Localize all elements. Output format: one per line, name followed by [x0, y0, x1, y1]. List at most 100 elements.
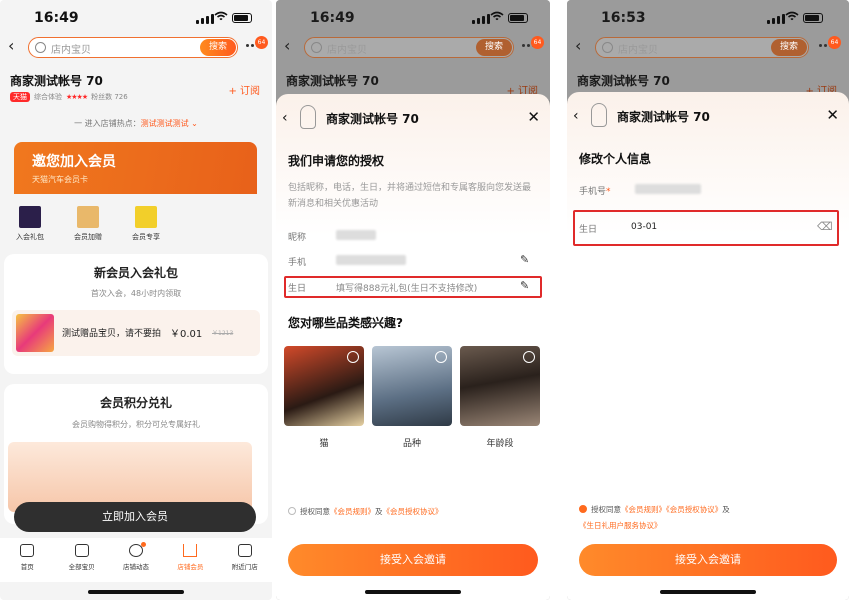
home-indicator	[88, 590, 184, 594]
edit-pencil-icon[interactable]: ✎	[520, 280, 532, 292]
accept-invite-button[interactable]: 接受入会邀请	[288, 544, 538, 576]
tab-label: 店铺会员	[177, 563, 204, 571]
member-invite-subtitle: 天猫汽车会员卡	[32, 175, 88, 184]
store-hot-link[interactable]: 一 进入店铺热点：测试测试测试 ⌄	[0, 118, 272, 129]
back-arrow-icon[interactable]: ‹	[8, 38, 22, 54]
agreement-checkbox[interactable]	[288, 507, 296, 515]
agree-and: 及	[722, 505, 730, 514]
crown-icon	[183, 544, 198, 557]
birthday-value[interactable]: 03-01	[631, 222, 657, 232]
agreement-row[interactable]: 授权同意《会员规则》《会员授权协议》及 《生日礼用户服务协议》	[579, 502, 829, 534]
member-rules-link[interactable]: 《会员规则》	[330, 507, 375, 516]
gift-title: 新会员入会礼包	[93, 266, 178, 280]
perk-item[interactable]: 入会礼包	[10, 206, 50, 242]
birthday-hint: 填写得888元礼包(生日不支持修改)	[336, 284, 478, 294]
tab-nearby-store[interactable]: 附近门店	[220, 544, 270, 582]
member-protocol-link[interactable]: 《会员授权协议》	[383, 507, 443, 516]
more-icon[interactable]: 64	[246, 36, 268, 50]
search-icon	[35, 42, 46, 53]
status-bar: 16:53	[567, 0, 849, 36]
sheet-title: 商家测试帐号 70	[617, 110, 710, 124]
shop-name: 商家测试帐号 70	[10, 74, 103, 88]
birthday-row[interactable]: 生日 填写得888元礼包(生日不支持修改) ✎	[288, 280, 538, 295]
member-protocol-link[interactable]: 《会员授权协议》	[666, 505, 722, 514]
category-item-cat[interactable]: 猫	[284, 346, 364, 449]
points-title: 会员积分兑礼	[99, 396, 172, 410]
back-arrow-icon[interactable]: ‹	[575, 38, 589, 54]
agree-and: 及	[375, 507, 383, 516]
perk-image	[77, 206, 99, 228]
agreement-checkbox[interactable]	[579, 505, 587, 513]
more-icon[interactable]: 64	[819, 36, 841, 50]
close-icon[interactable]: ✕	[826, 106, 839, 124]
perk-image	[135, 206, 157, 228]
join-member-button[interactable]: 立即加入会员	[14, 502, 256, 532]
search-button[interactable]: 搜索	[771, 39, 807, 56]
shop-meta: 天猫 综合体验 ★★★★ 粉丝数 726	[10, 92, 128, 102]
home-icon	[20, 544, 35, 557]
status-time: 16:49	[34, 10, 79, 26]
nickname-row: 昵称	[288, 230, 376, 243]
category-item-breed[interactable]: 品种	[372, 346, 452, 449]
category-radio[interactable]	[435, 351, 447, 363]
shop-name: 商家测试帐号 70	[577, 74, 670, 88]
status-time: 16:53	[601, 10, 646, 26]
shop-logo	[591, 103, 607, 127]
gift-item-name: 测试赠品宝贝，请不要拍	[62, 329, 162, 339]
clear-icon[interactable]: ⌫	[817, 221, 833, 233]
search-button[interactable]: 搜索	[476, 39, 512, 56]
perk-item[interactable]: 会员加赠	[68, 206, 108, 242]
signal-icon	[196, 14, 214, 24]
subscribe-button[interactable]: + 订阅	[228, 82, 260, 97]
interest-heading: 您对哪些品类感兴趣?	[288, 316, 403, 330]
accept-invite-button[interactable]: 接受入会邀请	[579, 544, 837, 576]
phone-row: 手机 ✎	[288, 254, 538, 269]
agreement-row[interactable]: 授权同意《会员规则》及《会员授权协议》	[288, 504, 443, 520]
required-mark: *	[606, 187, 611, 197]
search-button[interactable]: 搜索	[200, 39, 236, 56]
tab-store-feed[interactable]: 店铺动态	[111, 542, 161, 582]
rating-label: 综合体验	[34, 93, 62, 101]
phone-row: 手机号*	[579, 184, 701, 197]
phone-label: 手机号	[579, 187, 607, 197]
message-badge: 64	[255, 36, 268, 49]
birthday-row[interactable]: 生日 03-01 ⌫	[579, 221, 835, 236]
store-member-page-panel: 16:49 ‹ 店内宝贝 搜索 64 商家测试帐号 70 天猫 综合体验 ★★★…	[0, 0, 272, 600]
battery-icon	[803, 13, 823, 23]
category-image	[284, 346, 364, 426]
tab-store-member[interactable]: 店铺会员	[165, 544, 215, 582]
category-radio[interactable]	[347, 351, 359, 363]
perk-image	[19, 206, 41, 228]
edit-profile-sheet: ‹ 商家测试帐号 70 ✕ 修改个人信息 手机号* 生日 03-01 ⌫ 授权同…	[567, 92, 849, 600]
gift-item[interactable]: 测试赠品宝贝，请不要拍 ￥0.01 ￥1213	[12, 310, 260, 356]
close-icon[interactable]: ✕	[527, 108, 540, 126]
tab-all-items[interactable]: 全部宝贝	[57, 544, 107, 582]
edit-pencil-icon[interactable]: ✎	[520, 254, 532, 266]
search-row: ‹ 店内宝贝 搜索 64	[0, 36, 272, 58]
bag-icon	[74, 544, 89, 557]
tmall-tag: 天猫	[10, 92, 30, 102]
perk-item[interactable]: 会员专享	[126, 206, 166, 242]
search-input[interactable]: 店内宝贝 搜索	[304, 37, 514, 58]
back-arrow-icon[interactable]: ‹	[282, 110, 288, 126]
tab-home[interactable]: 首页	[2, 544, 52, 582]
birthday-gift-agreement-link[interactable]: 《生日礼用户服务协议》	[579, 521, 662, 530]
back-arrow-icon[interactable]: ‹	[284, 38, 298, 54]
birthday-label: 生日	[579, 225, 598, 235]
category-label: 年龄段	[486, 439, 514, 449]
category-label: 品种	[402, 439, 421, 449]
search-input[interactable]: 店内宝贝 搜索	[595, 37, 809, 58]
back-arrow-icon[interactable]: ‹	[573, 108, 579, 124]
category-radio[interactable]	[523, 351, 535, 363]
member-invite-card[interactable]: 邀您加入会员 天猫汽车会员卡	[14, 142, 257, 194]
signal-icon	[767, 14, 785, 24]
authorization-sheet: ‹ 商家测试帐号 70 ✕ 我们申请您的授权 包括昵称，电话，生日，并将通过短信…	[276, 94, 550, 600]
search-input[interactable]: 店内宝贝 搜索	[28, 37, 238, 58]
member-rules-link[interactable]: 《会员规则》	[621, 505, 666, 514]
agree-prefix: 授权同意	[300, 507, 330, 516]
search-placeholder: 店内宝贝	[327, 45, 367, 56]
more-icon[interactable]: 64	[522, 36, 544, 50]
tab-label: 附近门店	[231, 563, 258, 571]
category-item-age[interactable]: 年龄段	[460, 346, 540, 449]
birthday-label: 生日	[288, 284, 307, 294]
